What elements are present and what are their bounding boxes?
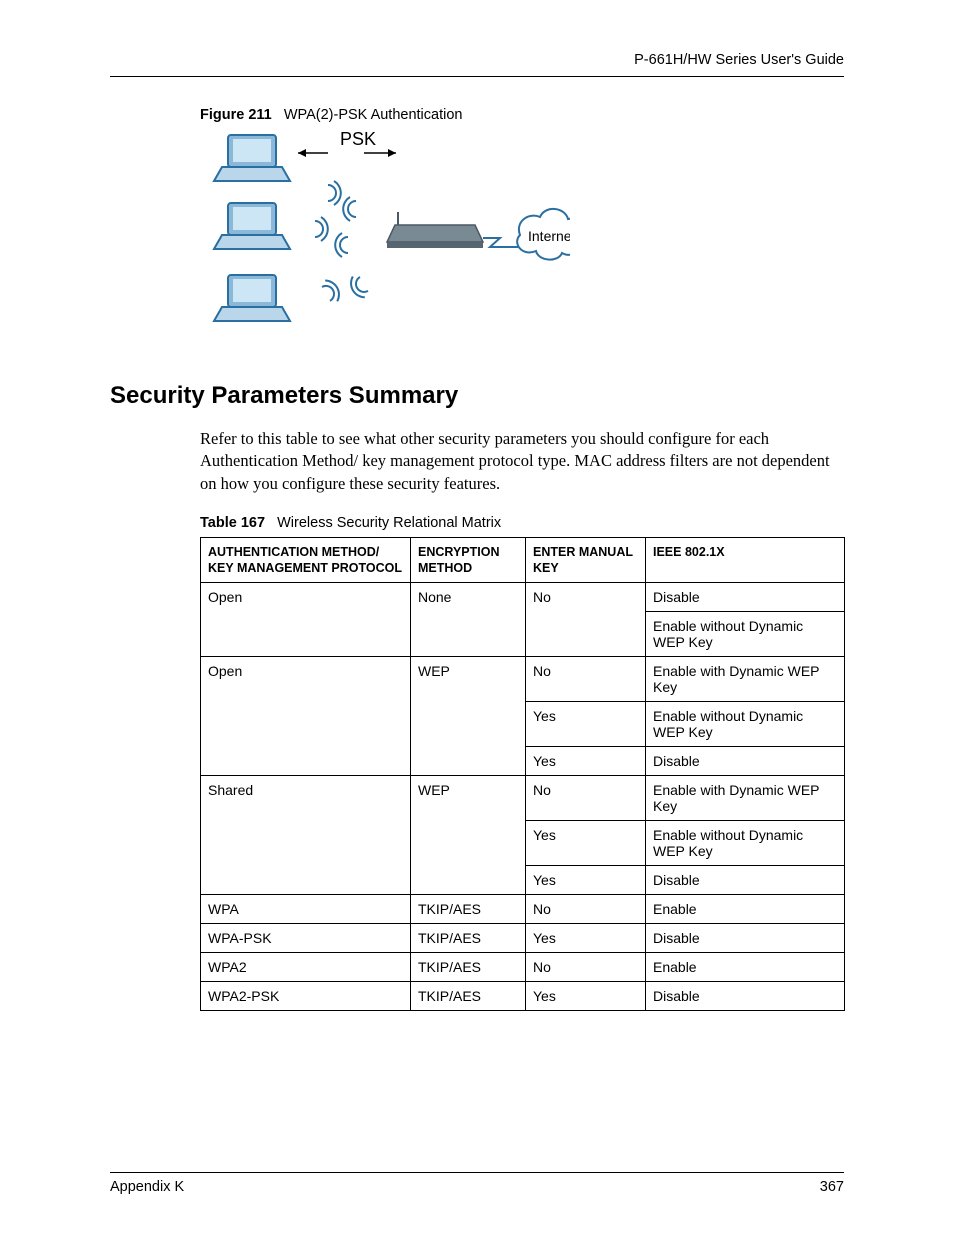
footer-left: Appendix K <box>110 1179 184 1195</box>
figure-label-number: Figure 211 <box>200 107 272 123</box>
col-auth: AUTHENTICATION METHOD/ KEY MANAGEMENT PR… <box>201 537 411 583</box>
figure-block: Figure 211 WPA(2)-PSK Authentication PSK <box>200 107 844 342</box>
laptop-icon <box>214 135 290 181</box>
cell-enc: None <box>411 583 526 657</box>
cell-manual: No <box>526 583 646 657</box>
cell-ieee: Enable <box>646 953 845 982</box>
cell-enc: TKIP/AES <box>411 982 526 1011</box>
cell-manual: Yes <box>526 702 646 747</box>
section-paragraph: Refer to this table to see what other se… <box>200 428 840 495</box>
wifi-icon <box>335 233 348 257</box>
footer-right: 367 <box>820 1179 844 1195</box>
cell-auth: Shared <box>201 776 411 895</box>
cell-auth: WPA2 <box>201 953 411 982</box>
footer-rule <box>110 1172 844 1173</box>
cell-ieee: Disable <box>646 982 845 1011</box>
cell-enc: WEP <box>411 657 526 776</box>
cell-ieee: Enable without Dynamic WEP Key <box>646 821 845 866</box>
router-icon <box>387 212 483 248</box>
cell-ieee: Disable <box>646 583 845 612</box>
laptop-icon <box>214 275 290 321</box>
psk-label: PSK <box>340 129 376 149</box>
cell-enc: WEP <box>411 776 526 895</box>
cell-ieee: Enable with Dynamic WEP Key <box>646 657 845 702</box>
table-row: WPA2TKIP/AESNoEnable <box>201 953 845 982</box>
col-manual: ENTER MANUAL KEY <box>526 537 646 583</box>
cell-ieee: Enable without Dynamic WEP Key <box>646 702 845 747</box>
figure-label-title: WPA(2)-PSK Authentication <box>284 107 463 123</box>
cell-manual: Yes <box>526 866 646 895</box>
footer: Appendix K 367 <box>110 1172 844 1195</box>
table-label-title: Wireless Security Relational Matrix <box>277 515 501 531</box>
link-line <box>483 238 518 247</box>
cell-manual: Yes <box>526 821 646 866</box>
wifi-icon <box>347 274 370 301</box>
header-rule <box>110 76 844 77</box>
cell-manual: No <box>526 953 646 982</box>
table-caption: Table 167 Wireless Security Relational M… <box>200 515 844 531</box>
section-heading: Security Parameters Summary <box>110 382 844 410</box>
cell-ieee: Disable <box>646 866 845 895</box>
table-row: WPATKIP/AESNoEnable <box>201 895 845 924</box>
figure-diagram: PSK <box>200 127 570 342</box>
table-row: OpenNoneNoDisable <box>201 583 845 612</box>
cell-auth: WPA-PSK <box>201 924 411 953</box>
table-row: WPA2-PSKTKIP/AESYesDisable <box>201 982 845 1011</box>
cell-manual: Yes <box>526 747 646 776</box>
cell-enc: TKIP/AES <box>411 924 526 953</box>
wifi-icon <box>343 197 356 221</box>
cell-auth: WPA2-PSK <box>201 982 411 1011</box>
cell-ieee: Disable <box>646 924 845 953</box>
wifi-icon <box>320 277 343 304</box>
wifi-icon <box>328 181 341 205</box>
internet-label: Internet <box>528 228 570 244</box>
doc-title: P-661H/HW Series User's Guide <box>110 52 844 76</box>
cell-manual: Yes <box>526 982 646 1011</box>
figure-caption: Figure 211 WPA(2)-PSK Authentication <box>200 107 844 123</box>
cell-ieee: Enable <box>646 895 845 924</box>
cell-manual: Yes <box>526 924 646 953</box>
col-ieee: IEEE 802.1X <box>646 537 845 583</box>
wifi-icon <box>315 217 328 241</box>
security-matrix-table: AUTHENTICATION METHOD/ KEY MANAGEMENT PR… <box>200 537 845 1012</box>
table-label-number: Table 167 <box>200 515 265 531</box>
cell-enc: TKIP/AES <box>411 953 526 982</box>
cell-enc: TKIP/AES <box>411 895 526 924</box>
cell-auth: Open <box>201 657 411 776</box>
table-header-row: AUTHENTICATION METHOD/ KEY MANAGEMENT PR… <box>201 537 845 583</box>
col-enc: ENCRYPTION METHOD <box>411 537 526 583</box>
laptop-icon <box>214 203 290 249</box>
table-row: OpenWEPNoEnable with Dynamic WEP Key <box>201 657 845 702</box>
cell-ieee: Disable <box>646 747 845 776</box>
cloud-icon: Internet <box>517 209 570 260</box>
cell-auth: WPA <box>201 895 411 924</box>
table-row: SharedWEPNoEnable with Dynamic WEP Key <box>201 776 845 821</box>
cell-manual: No <box>526 776 646 821</box>
cell-manual: No <box>526 895 646 924</box>
cell-auth: Open <box>201 583 411 657</box>
page: P-661H/HW Series User's Guide Figure 211… <box>0 0 954 1235</box>
cell-ieee: Enable with Dynamic WEP Key <box>646 776 845 821</box>
cell-ieee: Enable without Dynamic WEP Key <box>646 612 845 657</box>
table-row: WPA-PSKTKIP/AESYesDisable <box>201 924 845 953</box>
cell-manual: No <box>526 657 646 702</box>
